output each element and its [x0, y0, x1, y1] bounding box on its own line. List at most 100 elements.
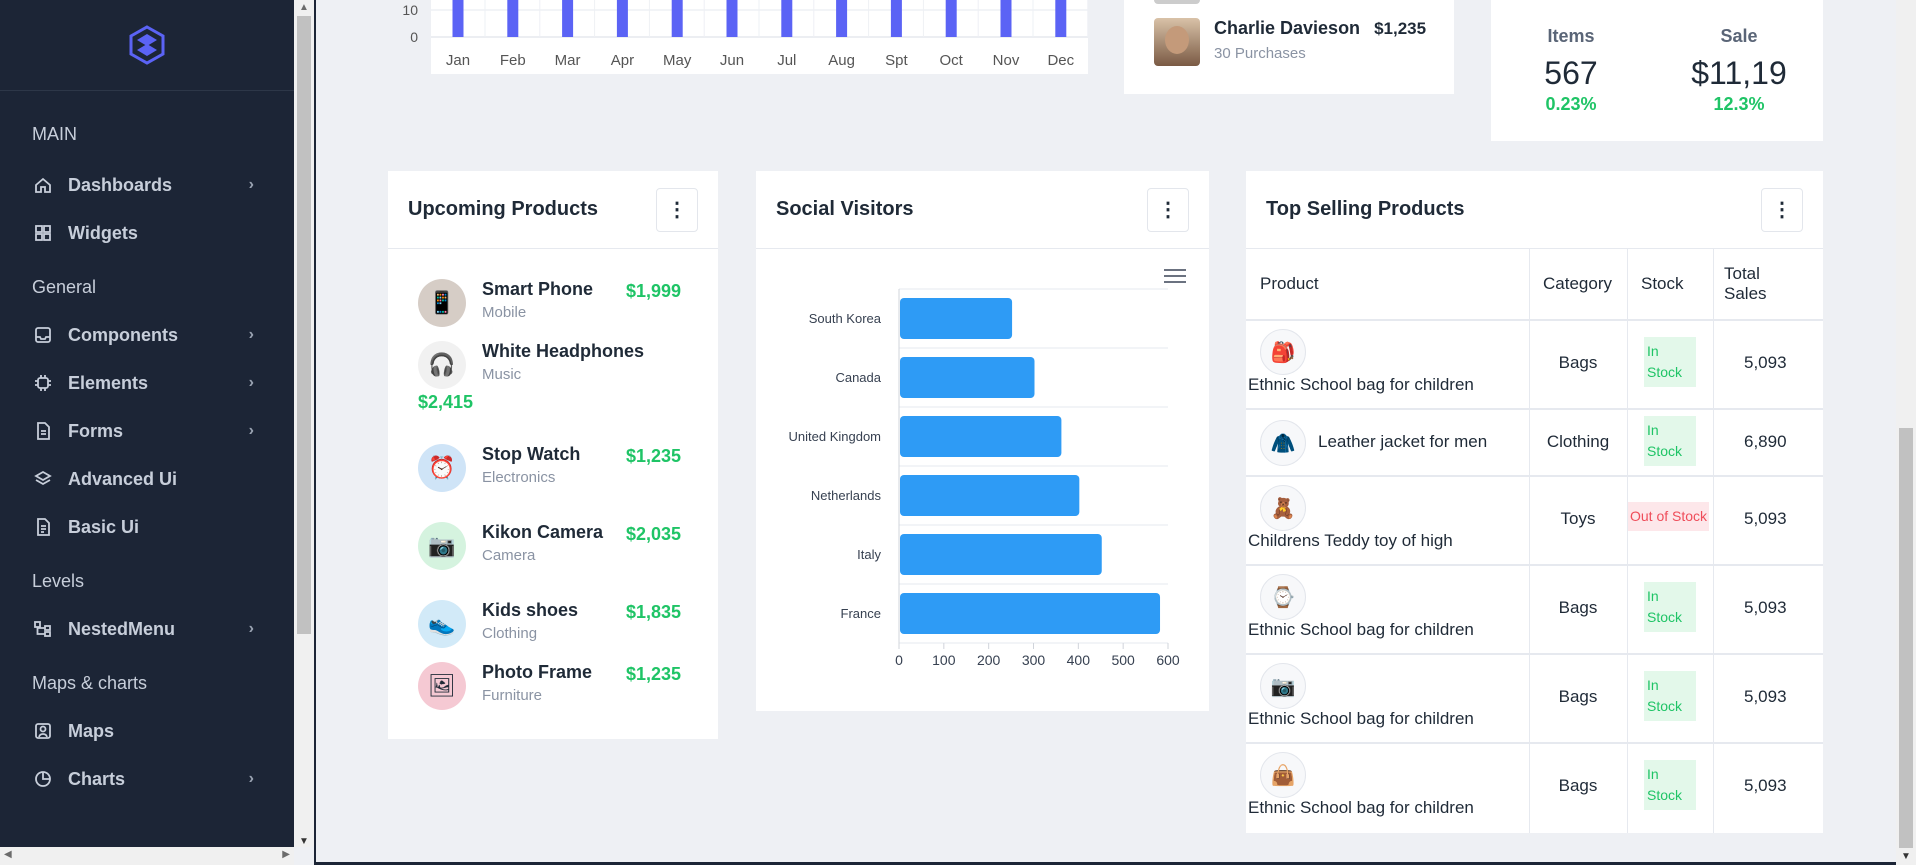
frame-icon: 🖼	[418, 662, 466, 710]
more-options-button[interactable]: ⋮	[1147, 187, 1189, 232]
page-scrollbar-thumb[interactable]	[1899, 428, 1913, 848]
bar	[562, 0, 574, 37]
table-row[interactable]: 📷 Ethnic School bag for children Bags In…	[1246, 655, 1823, 744]
scroll-down-arrow-icon[interactable]: ▼	[1901, 851, 1911, 862]
x-tick-label: 500	[1111, 652, 1135, 668]
watch-icon: ⌚	[1260, 574, 1306, 620]
nav-section: Maps & charts Maps Charts ›	[0, 659, 294, 803]
product-name: Photo Frame	[482, 662, 593, 682]
sidebar-item-label: Components	[68, 324, 178, 345]
page-scrollbar[interactable]: ▼	[1896, 0, 1916, 865]
category: Bags	[1558, 353, 1598, 372]
more-options-button[interactable]: ⋮	[1761, 187, 1803, 232]
sidebar-item-basic-ui[interactable]: Basic Ui	[32, 503, 262, 551]
bar	[781, 0, 793, 37]
sidebar-item-maps[interactable]: Maps	[32, 707, 262, 755]
column-divider	[1627, 410, 1628, 475]
bag-icon: 🎒	[1260, 329, 1306, 375]
table-row[interactable]: 🎒 Ethnic School bag for children Bags In…	[1246, 321, 1823, 410]
category: Clothing	[1546, 432, 1610, 451]
x-tick-label: 300	[1022, 652, 1046, 668]
nav-section: MAIN Dashboards › Widgets	[0, 107, 294, 257]
sidebar-item-widgets[interactable]: Widgets	[32, 209, 262, 257]
scrollbar-thumb[interactable]	[297, 16, 311, 634]
column-divider	[1529, 744, 1530, 833]
sidebar-item-forms[interactable]: Forms ›	[32, 407, 262, 455]
nav-section-heading: Levels	[32, 570, 85, 591]
bar	[616, 0, 628, 37]
sidebar-item-label: Advanced Ui	[68, 468, 178, 489]
stat-label: Items	[1547, 26, 1595, 46]
sidebar-nav: MAIN Dashboards › Widgets General Components ›…	[0, 91, 294, 803]
x-tick-label: Mar	[555, 52, 581, 69]
col-header-product[interactable]: Product	[1260, 249, 1319, 319]
sidebar-item-components[interactable]: Components ›	[32, 311, 262, 359]
camera-icon: 📷	[418, 522, 466, 570]
scroll-left-arrow-icon[interactable]: ◀	[4, 849, 12, 860]
product-name: Kids shoes	[482, 600, 579, 620]
stock-badge: Out of Stock	[1628, 502, 1710, 531]
column-divider	[1713, 410, 1714, 475]
more-options-button[interactable]: ⋮	[656, 187, 698, 232]
scroll-down-arrow-icon[interactable]: ▼	[299, 836, 309, 847]
stock-badge: In Stock	[1644, 416, 1696, 466]
sidebar-item-elements[interactable]: Elements ›	[32, 359, 262, 407]
x-tick-label: Feb	[500, 52, 526, 69]
column-divider	[1713, 566, 1714, 653]
sidebar-item-nestedmenu[interactable]: NestedMenu ›	[32, 605, 262, 653]
column-divider	[1627, 655, 1628, 742]
product-category: Music	[482, 366, 522, 383]
scroll-right-arrow-icon[interactable]: ▶	[282, 849, 290, 860]
table-row[interactable]: 🧥 Leather jacket for men Clothing In Sto…	[1246, 410, 1823, 477]
col-header-category[interactable]: Category	[1543, 249, 1612, 319]
stat-items: Items 567 0.23%	[1491, 26, 1651, 115]
social-visitors-card: Social Visitors ⋮ South Korea Canada Unite…	[756, 171, 1209, 711]
sidebar-item-label: NestedMenu	[68, 618, 176, 639]
stock-badge: In Stock	[1644, 582, 1696, 632]
brand-logo[interactable]	[0, 0, 294, 91]
sidebar-horizontal-scrollbar[interactable]: ◀ ▶	[0, 847, 294, 865]
total-sales: 6,890	[1744, 432, 1787, 451]
bar	[1055, 0, 1067, 37]
clock-icon: ⏰	[418, 444, 466, 492]
sidebar-item-label: Widgets	[68, 222, 138, 243]
category-label: United Kingdom	[789, 429, 882, 444]
chevron-right-icon: ›	[248, 422, 254, 439]
kebab-icon: ⋮	[1772, 198, 1792, 221]
chevron-right-icon: ›	[248, 620, 254, 637]
table-row[interactable]: 👜 Ethnic School bag for children Bags In…	[1246, 744, 1823, 833]
table-row[interactable]: ⌚ Ethnic School bag for children Bags In…	[1246, 566, 1823, 655]
seller-row[interactable]: Charlie Davieson $1,235 30 Purchases	[1154, 18, 1426, 66]
scroll-up-arrow-icon[interactable]: ▲	[299, 2, 309, 13]
document-icon	[32, 516, 54, 538]
x-tick-label: Oct	[940, 52, 964, 69]
stats-card: Items 567 0.23% Sale $11,19 12.3%	[1491, 0, 1823, 141]
category: Bags	[1558, 776, 1598, 795]
category-label: Netherlands	[811, 488, 882, 503]
seller-purchases: 30 Purchases	[1214, 45, 1306, 62]
table-row[interactable]: 🧸 Childrens Teddy toy of high Toys Out o…	[1246, 477, 1823, 566]
layers-icon	[32, 468, 54, 490]
top-selling-products-card: Top Selling Products ⋮ Product Category …	[1246, 171, 1823, 833]
stock-badge: In Stock	[1644, 760, 1696, 810]
sidebar-item-dashboards[interactable]: Dashboards ›	[32, 161, 262, 209]
nav-section-heading: General	[32, 276, 97, 297]
sidebar-item-advanced-ui[interactable]: Advanced Ui	[32, 455, 262, 503]
bar	[900, 593, 1161, 634]
col-header-total[interactable]: Total Sales	[1724, 249, 1804, 319]
category-label: Italy	[857, 547, 881, 562]
bar	[726, 0, 738, 37]
table-header-row: Product Category Stock Total Sales	[1246, 249, 1823, 321]
product-category: Clothing	[482, 625, 538, 642]
total-sales: 5,093	[1744, 776, 1787, 795]
col-header-stock[interactable]: Stock	[1641, 249, 1684, 319]
column-divider	[1529, 655, 1530, 742]
phone-icon: 📱	[418, 279, 466, 327]
product-category: Furniture	[482, 687, 543, 704]
column-divider	[1713, 744, 1714, 833]
sidebar-item-charts[interactable]: Charts ›	[32, 755, 262, 803]
sidebar-scrollbar[interactable]: ▲ ▼	[294, 0, 314, 847]
stat-label: Sale	[1720, 26, 1758, 46]
x-tick-label: 600	[1156, 652, 1180, 668]
product-price: $1,235	[626, 664, 682, 684]
